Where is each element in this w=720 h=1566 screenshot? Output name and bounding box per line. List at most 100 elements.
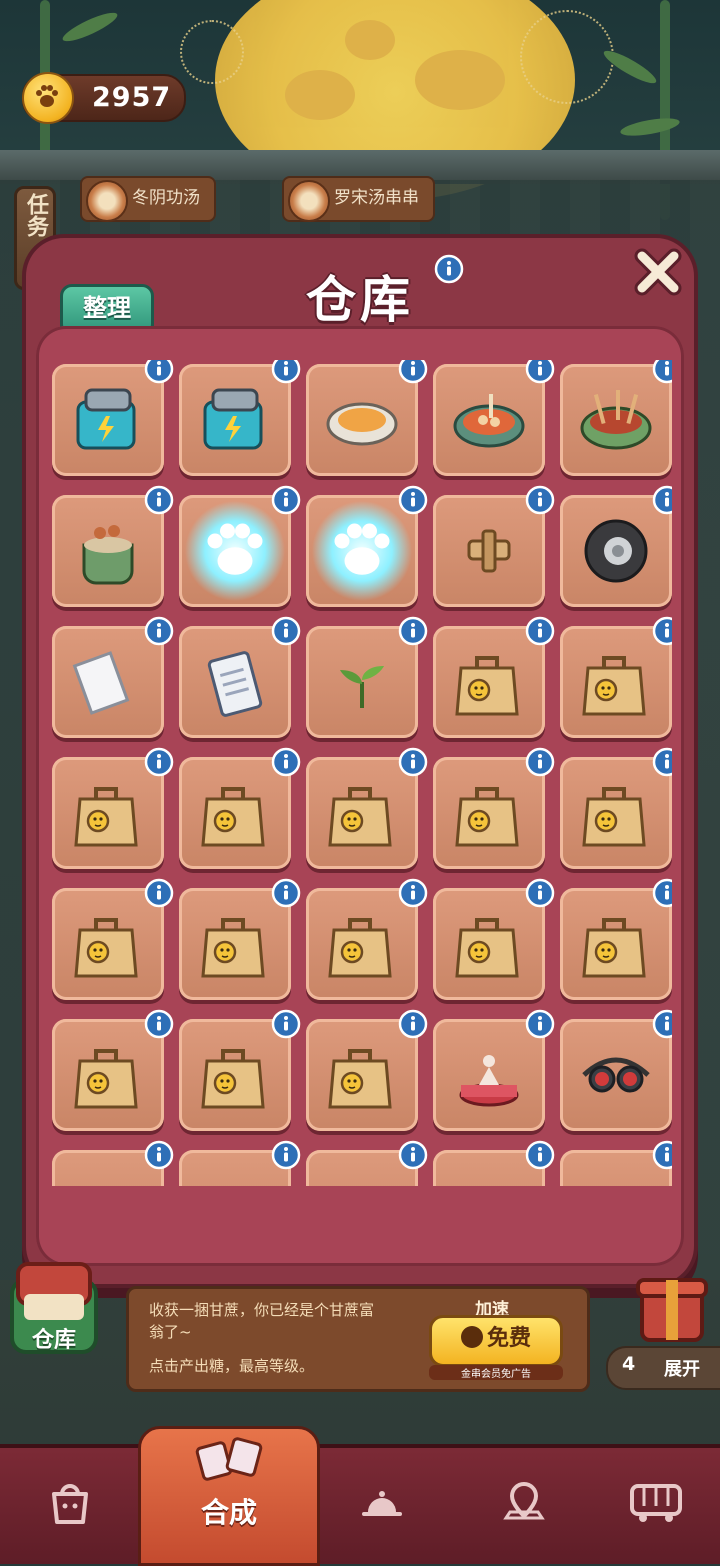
info-icon[interactable] <box>398 485 428 519</box>
info-icon[interactable] <box>652 616 672 650</box>
skewer-pot-icon <box>576 380 656 460</box>
inventory-slot[interactable] <box>433 616 555 738</box>
info-icon[interactable] <box>652 878 672 912</box>
inventory-slot[interactable] <box>560 616 672 738</box>
inventory-slot[interactable] <box>52 1140 174 1186</box>
order-card[interactable]: 冬阴功汤 <box>80 176 216 222</box>
inventory-slot[interactable] <box>560 878 672 1000</box>
expand-button[interactable]: 4 展开 <box>606 1346 720 1390</box>
inventory-slot[interactable] <box>179 747 301 869</box>
inventory-slot[interactable] <box>306 360 428 476</box>
nav-merge[interactable]: 合成 <box>138 1426 320 1566</box>
inventory-slot[interactable] <box>52 360 174 476</box>
sushi-icon <box>68 1166 148 1186</box>
inventory-slot[interactable] <box>179 1009 301 1131</box>
info-icon[interactable] <box>525 878 555 912</box>
info-icon[interactable] <box>144 747 174 781</box>
info-icon[interactable] <box>525 360 555 388</box>
paper-bag-icon <box>449 904 529 984</box>
info-icon[interactable] <box>271 360 301 388</box>
info-icon[interactable] <box>271 1140 301 1174</box>
order-card[interactable]: 罗宋汤串串 <box>282 176 435 222</box>
info-icon[interactable] <box>271 747 301 781</box>
info-icon[interactable] <box>271 485 301 519</box>
expand-count: 4 <box>622 1353 636 1375</box>
inventory-slot[interactable] <box>52 747 174 869</box>
expand-box[interactable]: 4 展开 <box>606 1262 720 1394</box>
nav-shop[interactable] <box>10 1448 130 1564</box>
inventory-slot[interactable] <box>433 747 555 869</box>
inventory-slot[interactable] <box>52 485 174 607</box>
info-icon[interactable] <box>398 1009 428 1043</box>
info-icon[interactable] <box>652 747 672 781</box>
inventory-slot[interactable] <box>433 360 555 476</box>
inventory-slot[interactable] <box>560 485 672 607</box>
inventory-slot[interactable] <box>560 747 672 869</box>
service-bell-icon <box>362 1491 402 1516</box>
info-icon[interactable] <box>144 616 174 650</box>
inventory-slot[interactable] <box>306 1140 428 1186</box>
inventory-slot[interactable] <box>179 878 301 1000</box>
info-icon[interactable] <box>525 485 555 519</box>
inventory-slot[interactable] <box>306 747 428 869</box>
inventory-slot[interactable] <box>433 878 555 1000</box>
close-icon[interactable] <box>630 244 686 300</box>
info-icon[interactable] <box>398 1140 428 1174</box>
info-icon[interactable] <box>398 360 428 388</box>
info-icon[interactable] <box>271 1009 301 1043</box>
info-icon[interactable] <box>652 360 672 388</box>
info-icon[interactable] <box>398 747 428 781</box>
info-icon[interactable] <box>525 1140 555 1174</box>
inventory-slot[interactable] <box>560 1140 672 1186</box>
paper-bag-icon <box>576 642 656 722</box>
warehouse-button[interactable]: 仓库 <box>8 1258 100 1358</box>
inventory-slot[interactable] <box>52 616 174 738</box>
member-note: 金串会员免广告 <box>429 1365 563 1380</box>
inventory-slot[interactable] <box>306 616 428 738</box>
inventory-slot[interactable] <box>433 1140 555 1186</box>
inventory-slot[interactable] <box>433 485 555 607</box>
coin-counter: 2957 <box>22 72 186 124</box>
info-icon[interactable] <box>652 485 672 519</box>
info-icon[interactable] <box>271 878 301 912</box>
inventory-slot[interactable] <box>52 878 174 1000</box>
info-icon[interactable] <box>398 616 428 650</box>
inventory-slot[interactable] <box>52 1009 174 1131</box>
inventory-slot[interactable] <box>179 1140 301 1186</box>
inventory-slot[interactable] <box>560 360 672 476</box>
inventory-slot[interactable] <box>179 485 301 607</box>
nav-travel[interactable] <box>592 1448 712 1564</box>
info-icon[interactable] <box>652 1009 672 1043</box>
info-icon[interactable] <box>144 1009 174 1043</box>
message-line: 点击产出糖，最高等级。 <box>149 1357 315 1375</box>
info-icon[interactable] <box>398 878 428 912</box>
inventory-slot[interactable] <box>179 360 301 476</box>
info-icon[interactable] <box>144 360 174 388</box>
free-speed-button[interactable]: 免费 <box>429 1315 563 1367</box>
paper-bag-icon <box>449 773 529 853</box>
paper-bag-icon <box>576 904 656 984</box>
info-icon[interactable] <box>525 616 555 650</box>
firework <box>520 10 614 104</box>
nav-map[interactable] <box>464 1448 584 1564</box>
nav-merge-label: 合成 <box>200 1496 257 1529</box>
inventory-slot[interactable] <box>306 1009 428 1131</box>
inventory-slot[interactable] <box>179 616 301 738</box>
info-icon[interactable] <box>144 1140 174 1174</box>
glowing-paw-machine-icon <box>185 501 285 601</box>
info-icon[interactable] <box>525 1009 555 1043</box>
info-icon[interactable] <box>525 747 555 781</box>
inventory-grid <box>46 360 672 1186</box>
paper-fan-icon <box>576 1166 656 1186</box>
inventory-slot[interactable] <box>306 485 428 607</box>
info-icon[interactable] <box>271 616 301 650</box>
info-icon[interactable] <box>144 878 174 912</box>
info-icon[interactable] <box>434 254 464 284</box>
info-icon[interactable] <box>144 485 174 519</box>
inventory-slot[interactable] <box>433 1009 555 1131</box>
inventory-slot[interactable] <box>306 878 428 1000</box>
inventory-slot[interactable] <box>560 1009 672 1131</box>
glowing-paw-frame-icon <box>312 501 412 601</box>
nav-service[interactable] <box>322 1448 442 1564</box>
info-icon[interactable] <box>652 1140 672 1174</box>
